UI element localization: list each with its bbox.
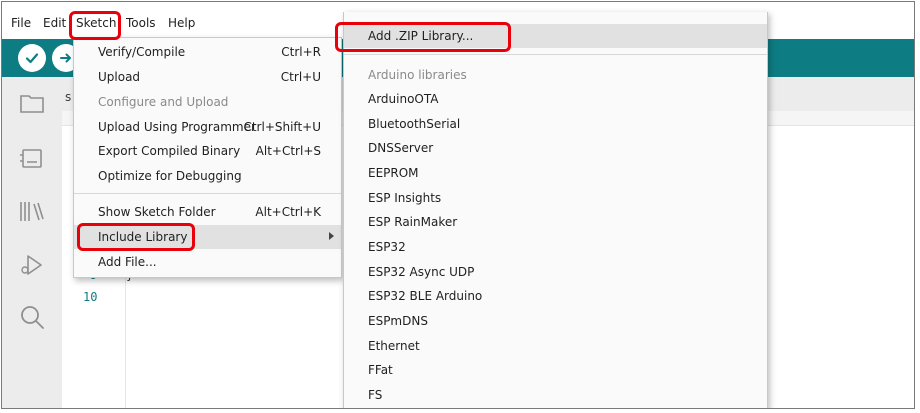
verify-button[interactable] [18, 44, 46, 72]
board-manager-icon[interactable] [16, 142, 48, 174]
menu-item-export-compiled-binary[interactable]: Export Compiled Binary Alt+Ctrl+S [74, 139, 341, 163]
menu-sketch[interactable]: Sketch [76, 16, 116, 30]
submenu-arrow-icon [329, 232, 334, 240]
library-item[interactable]: ESP32 BLE Arduino [344, 284, 767, 308]
library-item[interactable]: ESP32 Async UDP [344, 260, 767, 284]
library-item[interactable]: FFat [344, 358, 767, 382]
line-number: 10 [83, 290, 98, 304]
section-header: Arduino libraries [368, 68, 467, 82]
menu-file[interactable]: File [11, 16, 31, 30]
shortcut: Ctrl+R [281, 45, 321, 59]
library-item[interactable]: EEPROM [344, 161, 767, 185]
menu-item-configure-and-upload: Configure and Upload [98, 95, 229, 109]
menu-edit[interactable]: Edit [43, 16, 66, 30]
sketch-menu: Verify/Compile Ctrl+R Upload Ctrl+U Conf… [73, 37, 342, 278]
library-item[interactable]: DNSServer [344, 136, 767, 160]
menu-separator [344, 54, 767, 55]
menu-help[interactable]: Help [168, 16, 195, 30]
library-item[interactable]: FS [344, 383, 767, 407]
shortcut: Ctrl+U [280, 70, 321, 84]
library-item[interactable]: ESP RainMaker [344, 210, 767, 234]
ide-window: File Edit Sketch Tools Help s 10 Verify/… [1, 1, 915, 409]
menu-item-verify-compile[interactable]: Verify/Compile Ctrl+R [74, 40, 341, 64]
library-item[interactable]: BluetoothSerial [344, 112, 767, 136]
folder-icon[interactable] [16, 87, 48, 119]
menu-item-upload-using-programmer[interactable]: Upload Using Programmer Ctrl+Shift+U [74, 115, 341, 139]
menu-item-show-sketch-folder[interactable]: Show Sketch Folder Alt+Ctrl+K [74, 200, 341, 224]
library-item[interactable]: ArduinoOTA [344, 87, 767, 111]
include-library-submenu: Add .ZIP Library... Arduino libraries Ar… [343, 12, 768, 408]
debug-icon[interactable] [16, 249, 48, 281]
menu-item-optimize-for-debugging[interactable]: Optimize for Debugging [74, 164, 341, 188]
arrow-right-icon [60, 53, 71, 63]
library-manager-icon[interactable] [16, 195, 48, 227]
library-item[interactable]: ESP Insights [344, 186, 767, 210]
library-item[interactable]: ESP32 [344, 235, 767, 259]
library-item[interactable]: ESPmDNS [344, 309, 767, 333]
library-item[interactable]: Ethernet [344, 334, 767, 358]
sketch-tab[interactable]: s [65, 90, 71, 104]
menu-tools[interactable]: Tools [126, 16, 156, 30]
check-icon [25, 53, 39, 64]
menu-item-add-file[interactable]: Add File... [74, 250, 341, 274]
activity-bar [2, 77, 63, 408]
shortcut: Alt+Ctrl+S [255, 144, 321, 158]
menu-item-add-zip-library[interactable]: Add .ZIP Library... [344, 24, 767, 48]
menu-item-upload[interactable]: Upload Ctrl+U [74, 65, 341, 89]
shortcut: Ctrl+Shift+U [243, 120, 321, 134]
menubar: File Edit Sketch Tools Help [2, 12, 332, 36]
shortcut: Alt+Ctrl+K [255, 205, 321, 219]
menu-item-include-library[interactable]: Include Library [74, 225, 341, 249]
menu-separator [74, 193, 341, 194]
search-icon[interactable] [16, 301, 48, 333]
